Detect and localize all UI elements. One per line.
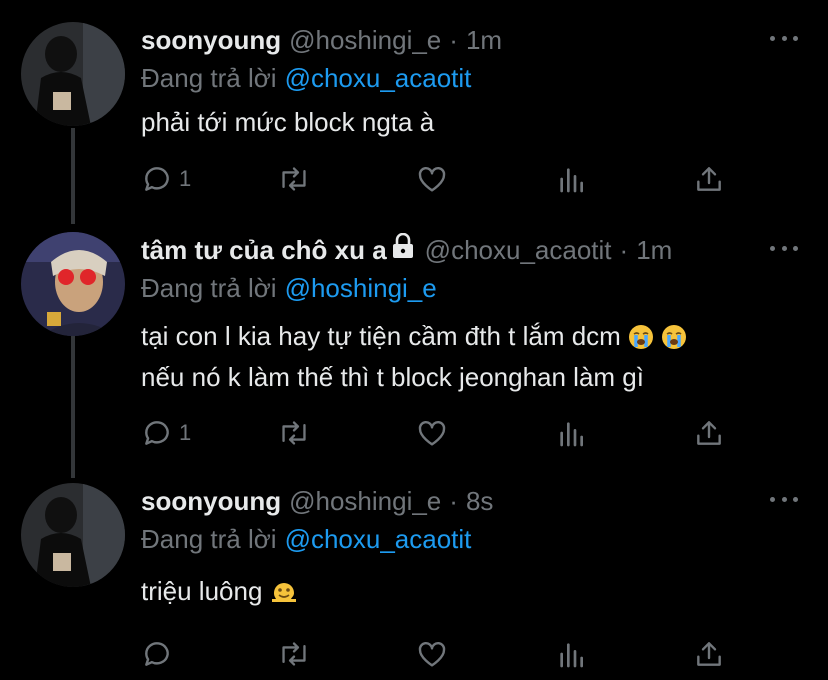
reply-mention[interactable]: @choxu_acaotit bbox=[285, 63, 472, 93]
tweet[interactable]: soonyoung @hoshingi_e · 1m Đang trả lời @… bbox=[0, 22, 828, 202]
reply-icon bbox=[145, 642, 169, 666]
tweet-header: tâm tư của chô xu a @choxu_acaotit · 1m bbox=[141, 232, 672, 268]
retweet-button[interactable] bbox=[277, 415, 311, 451]
retweet-button[interactable] bbox=[277, 636, 311, 672]
display-name[interactable]: tâm tư của chô xu a bbox=[141, 232, 387, 268]
reply-icon bbox=[145, 421, 169, 445]
analytics-button[interactable] bbox=[555, 415, 587, 451]
action-bar bbox=[141, 636, 741, 672]
replying-to: Đang trả lời @choxu_acaotit bbox=[141, 521, 471, 557]
user-handle[interactable]: @choxu_acaotit bbox=[425, 232, 612, 268]
separator-dot: · bbox=[449, 25, 458, 55]
user-handle[interactable]: @hoshingi_e bbox=[289, 483, 441, 519]
display-name[interactable]: soonyoung bbox=[141, 22, 281, 58]
tweet[interactable]: tâm tư của chô xu a @choxu_acaotit · 1m … bbox=[0, 232, 828, 452]
like-button[interactable] bbox=[416, 636, 448, 672]
timestamp[interactable]: 8s bbox=[466, 483, 493, 519]
action-bar: 1 bbox=[141, 415, 741, 451]
more-icon[interactable] bbox=[770, 489, 798, 509]
retweet-button[interactable] bbox=[277, 161, 311, 197]
tweet-header: soonyoung @hoshingi_e · 1m bbox=[141, 22, 502, 58]
user-handle[interactable]: @hoshingi_e bbox=[289, 22, 441, 58]
replying-to: Đang trả lời @hoshingi_e bbox=[141, 270, 437, 306]
reply-button[interactable] bbox=[141, 636, 179, 672]
share-icon bbox=[697, 642, 721, 666]
tweet-line: triệu luông bbox=[141, 573, 298, 614]
reply-mention[interactable]: @choxu_acaotit bbox=[285, 524, 472, 554]
tweet-line: tại con l kia hay tự tiện cầm đth t lắm … bbox=[141, 318, 687, 359]
tweet-line: nếu nó k làm thế thì t block jeonghan là… bbox=[141, 362, 644, 392]
timestamp[interactable]: 1m bbox=[636, 232, 672, 268]
replying-to-label: Đang trả lời bbox=[141, 273, 277, 303]
retweet-icon bbox=[282, 642, 306, 666]
tweet-text: phải tới mức block ngta à bbox=[141, 104, 434, 140]
separator-dot: · bbox=[619, 235, 629, 265]
melting-face-emoji bbox=[270, 578, 298, 614]
analytics-icon bbox=[560, 168, 583, 193]
like-button[interactable] bbox=[416, 161, 448, 197]
reply-button[interactable]: 1 bbox=[141, 415, 191, 451]
tweet-text: triệu luông bbox=[141, 573, 298, 614]
share-button[interactable] bbox=[693, 415, 725, 451]
crying-face-emoji bbox=[661, 323, 687, 359]
analytics-icon bbox=[560, 643, 583, 668]
share-button[interactable] bbox=[693, 636, 725, 672]
reply-icon bbox=[145, 167, 169, 191]
avatar[interactable] bbox=[21, 232, 125, 336]
replying-to-label: Đang trả lời bbox=[141, 63, 277, 93]
action-bar: 1 bbox=[141, 161, 741, 197]
retweet-icon bbox=[282, 421, 306, 445]
like-button[interactable] bbox=[416, 415, 448, 451]
timestamp[interactable]: 1m bbox=[466, 22, 502, 58]
tweet[interactable]: soonyoung @hoshingi_e · 8s Đang trả lời @… bbox=[0, 483, 828, 680]
analytics-button[interactable] bbox=[555, 636, 587, 672]
like-icon bbox=[418, 167, 446, 192]
share-icon bbox=[697, 421, 721, 445]
like-icon bbox=[418, 642, 446, 667]
tweet-line: phải tới mức block ngta à bbox=[141, 107, 435, 137]
display-name[interactable]: soonyoung bbox=[141, 483, 281, 519]
tweet-text: tại con l kia hay tự tiện cầm đth t lắm … bbox=[141, 318, 687, 395]
replying-to-label: Đang trả lời bbox=[141, 524, 277, 554]
analytics-icon bbox=[560, 422, 583, 447]
reply-button[interactable]: 1 bbox=[141, 161, 191, 197]
like-icon bbox=[418, 421, 446, 446]
tweet-header: soonyoung @hoshingi_e · 8s bbox=[141, 483, 493, 519]
tweet-line-text: triệu luông bbox=[141, 576, 263, 606]
reply-mention[interactable]: @hoshingi_e bbox=[285, 273, 437, 303]
replying-to: Đang trả lời @choxu_acaotit bbox=[141, 60, 471, 96]
share-button[interactable] bbox=[693, 161, 725, 197]
reply-count: 1 bbox=[179, 420, 192, 445]
analytics-button[interactable] bbox=[555, 161, 587, 197]
separator-dot: · bbox=[449, 486, 458, 516]
more-icon[interactable] bbox=[770, 28, 798, 48]
avatar[interactable] bbox=[21, 483, 125, 587]
share-icon bbox=[697, 167, 721, 191]
avatar[interactable] bbox=[21, 22, 125, 126]
lock-icon bbox=[391, 232, 415, 268]
retweet-icon bbox=[282, 167, 306, 191]
crying-face-emoji bbox=[628, 323, 654, 359]
tweet-line-text: tại con l kia hay tự tiện cầm đth t lắm … bbox=[141, 321, 621, 351]
reply-count: 1 bbox=[179, 166, 192, 191]
more-icon[interactable] bbox=[770, 238, 798, 258]
